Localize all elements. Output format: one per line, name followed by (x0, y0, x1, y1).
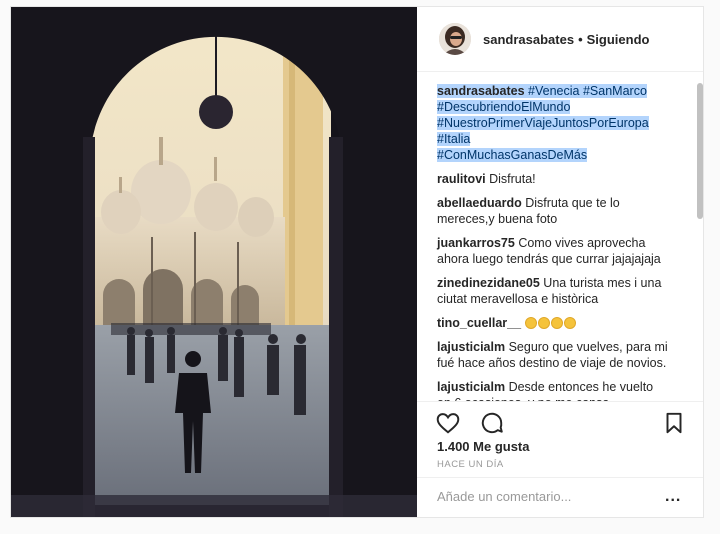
hashtag-link[interactable]: #DescubriendoElMundo (437, 100, 570, 114)
comment-username[interactable]: juankarros75 (437, 236, 515, 250)
add-comment-input[interactable] (435, 488, 639, 505)
add-comment-bar: ... (417, 477, 703, 518)
comment-item: juankarros75 Como vives aprovecha ahora … (417, 235, 669, 267)
crying-face-emoji-icon (550, 317, 563, 329)
comment-username[interactable]: lajusticialm (437, 380, 505, 394)
action-bar (417, 401, 703, 442)
comment-username[interactable]: raulitovi (437, 172, 486, 186)
follow-status-button[interactable]: Siguiendo (587, 32, 650, 47)
comment-username[interactable]: abellaeduardo (437, 196, 522, 210)
post-header: sandrasabates • Siguiendo (417, 7, 703, 72)
comment-icon[interactable] (479, 410, 505, 436)
hashtag-link[interactable]: #SanMarco (583, 84, 647, 98)
comment-item: raulitovi Disfruta! (417, 171, 669, 187)
hashtag-link[interactable]: #Venecia (528, 84, 579, 98)
hashtag-link[interactable]: #ConMuchasGanasDeMás (437, 148, 587, 162)
scrollbar-thumb[interactable] (697, 83, 703, 219)
comments-list: sandrasabates #Venecia #SanMarco #Descub… (417, 73, 693, 401)
header-separator: • (578, 31, 583, 47)
comment-item: abellaeduardo Disfruta que te lo mereces… (417, 195, 669, 227)
crying-face-emoji-icon (524, 317, 537, 329)
post-timestamp: HACE UN DÍA (437, 459, 504, 470)
caption: sandrasabates #Venecia #SanMarco #Descub… (417, 83, 669, 163)
comment-username[interactable]: lajusticialm (437, 340, 505, 354)
comment-item: lajusticialm Seguro que vuelves, para mi… (417, 339, 669, 371)
instagram-post: sandrasabates • Siguiendo sandrasabates … (10, 6, 704, 518)
crying-face-emoji-icon (563, 317, 576, 329)
more-options-button[interactable]: ... (665, 488, 681, 506)
comments-scrollbar[interactable] (697, 79, 703, 399)
hashtag-link[interactable]: #Italia (437, 132, 470, 146)
comment-item: zinedinezidane05 Una turista mes i una c… (417, 275, 669, 307)
comment-username[interactable]: tino_cuellar__ (437, 316, 521, 330)
heart-icon[interactable] (435, 410, 461, 436)
caption-username[interactable]: sandrasabates (437, 84, 525, 98)
comment-item: lajusticialm Desde entonces he vuelto en… (417, 379, 669, 401)
avatar[interactable] (439, 23, 471, 55)
comment-text: Disfruta! (489, 172, 536, 186)
likes-count[interactable]: 1.400 Me gusta (437, 439, 530, 454)
emoji-group (524, 316, 577, 330)
bookmark-icon[interactable] (661, 410, 687, 436)
header-username[interactable]: sandrasabates (483, 32, 574, 47)
comment-username[interactable]: zinedinezidane05 (437, 276, 540, 290)
post-side-panel: sandrasabates • Siguiendo sandrasabates … (417, 7, 703, 517)
hashtag-link[interactable]: #NuestroPrimerViajeJuntosPorEuropa (437, 116, 649, 130)
comment-item: tino_cuellar__ (417, 315, 669, 331)
crying-face-emoji-icon (537, 317, 550, 329)
post-photo[interactable] (11, 7, 417, 517)
